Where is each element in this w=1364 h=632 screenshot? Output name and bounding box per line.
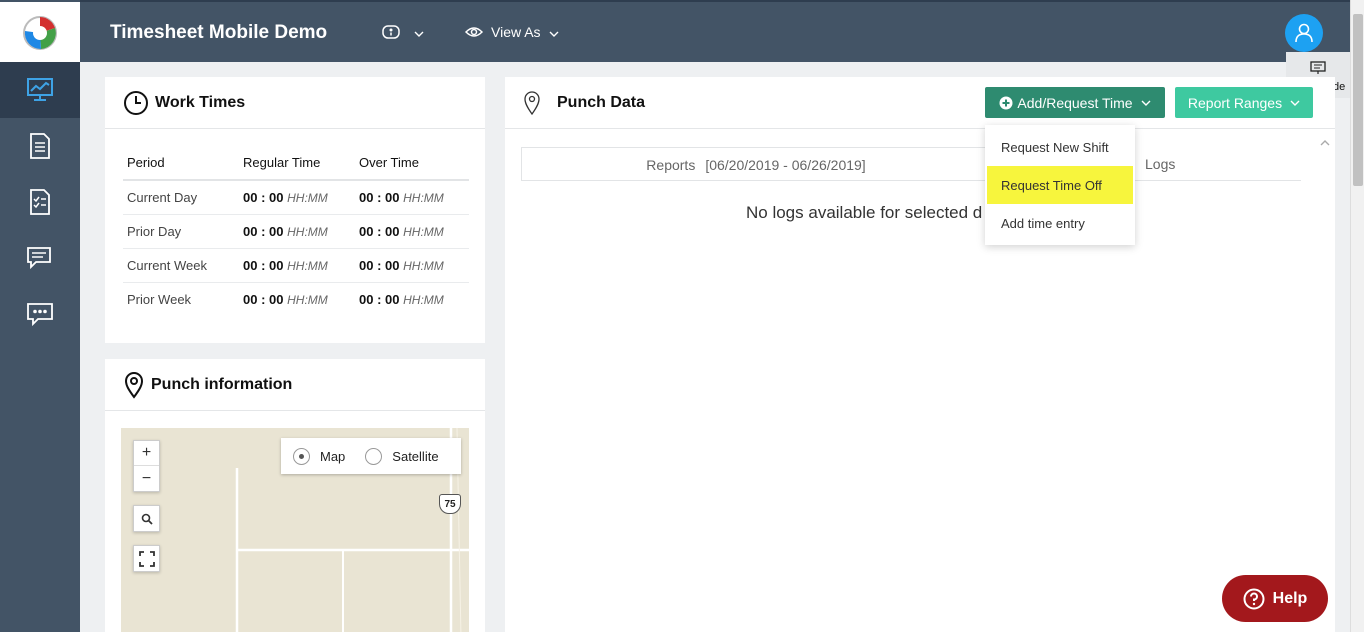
over-time-cell: 00 : 00 HH:MM xyxy=(355,180,469,215)
work-times-card: Work Times Period Regular Time Over Time… xyxy=(105,77,485,343)
map-view[interactable]: + − Map Satellite 75 xyxy=(121,428,469,632)
question-circle-icon xyxy=(1243,588,1265,609)
chevron-down-icon xyxy=(414,24,424,40)
radio-unselected-icon xyxy=(365,447,383,465)
add-request-time-label: Add/Request Time xyxy=(1017,94,1133,111)
top-bar: Timesheet Mobile Demo View As xyxy=(80,0,1350,62)
map-type-map[interactable]: Map xyxy=(293,447,346,465)
period-cell: Current Day xyxy=(123,180,239,215)
logo-icon xyxy=(23,16,57,50)
regular-time-cell: 00 : 00 HH:MM xyxy=(239,214,355,249)
clock-icon xyxy=(124,90,148,115)
map-type-selector: Map Satellite xyxy=(281,438,461,474)
eye-icon xyxy=(465,27,483,37)
col-over-time: Over Time xyxy=(355,149,469,181)
zoom-in-button[interactable]: + xyxy=(134,441,159,467)
tab-logs[interactable]: Logs xyxy=(1145,147,1175,181)
scrollbar-thumb[interactable] xyxy=(1353,14,1363,186)
zoom-out-button[interactable]: − xyxy=(134,466,159,491)
location-pin-icon xyxy=(124,371,144,399)
tab-reports-label: Reports xyxy=(646,156,696,173)
chevron-down-icon xyxy=(1290,100,1300,106)
view-as-dropdown[interactable]: View As xyxy=(465,24,559,40)
punch-info-header: Punch information xyxy=(105,359,485,411)
route-shield: 75 xyxy=(439,494,461,514)
regular-time-cell: 00 : 00 HH:MM xyxy=(239,180,355,215)
document-icon xyxy=(30,133,50,159)
menu-item-add-time-entry[interactable]: Add time entry xyxy=(985,204,1135,242)
work-times-table: Period Regular Time Over Time Current Da… xyxy=(123,149,469,316)
sidebar-item-dashboard[interactable] xyxy=(0,62,80,118)
chevron-down-icon xyxy=(549,24,559,40)
work-times-title: Work Times xyxy=(155,93,246,111)
location-pin-icon xyxy=(524,90,540,115)
help-label: Help xyxy=(1272,589,1308,607)
fullscreen-icon xyxy=(138,550,155,567)
regular-time-cell: 00 : 00 HH:MM xyxy=(239,248,355,283)
view-as-label: View As xyxy=(491,24,541,40)
punch-data-card: Punch Data Reports [06/20/2019 - 06/26/2… xyxy=(505,77,1335,632)
col-period: Period xyxy=(123,149,239,181)
sidebar-item-messages[interactable] xyxy=(0,230,80,286)
empty-logs-message: No logs available for selected d xyxy=(746,203,983,222)
map-search-button[interactable] xyxy=(133,505,160,532)
punch-data-tabs: Reports [06/20/2019 - 06/26/2019] Logs xyxy=(521,147,1301,181)
sidebar-item-documents[interactable] xyxy=(0,118,80,174)
fullscreen-button[interactable] xyxy=(133,545,160,572)
work-times-header: Work Times xyxy=(105,77,485,129)
over-time-cell: 00 : 00 HH:MM xyxy=(359,292,444,307)
menu-item-request-time-off[interactable]: Request Time Off xyxy=(987,166,1133,204)
add-request-dropdown-menu: Request New Shift Request Time Off Add t… xyxy=(985,125,1135,245)
punch-data-title: Punch Data xyxy=(557,93,646,111)
radio-selected-icon xyxy=(293,447,310,465)
map-type-satellite-label: Satellite xyxy=(392,448,439,464)
regular-time-cell: 00 : 00 HH:MM xyxy=(243,292,328,307)
tab-reports-range: [06/20/2019 - 06/26/2019] xyxy=(705,156,866,173)
sidebar-item-more[interactable] xyxy=(0,286,80,342)
tab-reports[interactable]: Reports [06/20/2019 - 06/26/2019] xyxy=(521,147,991,181)
chevron-down-icon xyxy=(1141,100,1151,106)
sidebar-item-tasks[interactable] xyxy=(0,174,80,230)
user-icon xyxy=(1295,23,1313,43)
map-type-satellite[interactable]: Satellite xyxy=(365,447,439,465)
org-dropdown[interactable] xyxy=(382,24,424,40)
over-time-cell: 00 : 00 HH:MM xyxy=(355,248,469,283)
table-row: Prior Day 00 : 00 HH:MM 00 : 00 HH:MM xyxy=(123,214,469,249)
help-button[interactable]: Help xyxy=(1222,575,1328,622)
table-header-row: Period Regular Time Over Time xyxy=(123,149,469,181)
punch-info-card: Punch information + − Map Satellite 75 xyxy=(105,359,485,632)
zoom-controls: + − xyxy=(133,440,160,492)
app-logo[interactable] xyxy=(0,0,80,62)
message-more-icon xyxy=(27,303,53,327)
table-row: Current Week 00 : 00 HH:MM 00 : 00 HH:MM xyxy=(123,248,469,283)
col-regular-time: Regular Time xyxy=(239,149,355,181)
period-cell: Current Week xyxy=(123,248,239,283)
table-row: Prior Week 00 : 00 HH:MM 00 : 00 HH:MM xyxy=(123,283,469,317)
table-row: Current Day 00 : 00 HH:MM 00 : 00 HH:MM xyxy=(123,180,469,215)
app-title: Timesheet Mobile Demo xyxy=(110,22,328,43)
scroll-up-arrow[interactable] xyxy=(1320,133,1332,146)
report-ranges-label: Report Ranges xyxy=(1187,94,1283,111)
dashboard-monitor-icon xyxy=(27,78,53,101)
period-cell: Prior Week xyxy=(127,292,192,307)
report-ranges-button[interactable]: Report Ranges xyxy=(1175,87,1313,118)
punch-info-title: Punch information xyxy=(151,375,293,393)
user-avatar[interactable] xyxy=(1285,14,1323,52)
chat-icon xyxy=(27,247,51,270)
menu-item-request-new-shift[interactable]: Request New Shift xyxy=(985,128,1135,166)
period-cell: Prior Day xyxy=(123,214,239,249)
checklist-icon xyxy=(30,189,50,215)
plus-circle-icon xyxy=(999,96,1013,109)
badge-icon xyxy=(382,25,400,39)
map-type-map-label: Map xyxy=(320,448,346,464)
add-request-time-button[interactable]: Add/Request Time xyxy=(985,87,1165,118)
sidebar xyxy=(0,0,80,632)
page-guide-icon xyxy=(1310,61,1326,74)
page-scrollbar[interactable] xyxy=(1350,0,1364,632)
search-icon xyxy=(141,513,153,525)
over-time-cell: 00 : 00 HH:MM xyxy=(355,214,469,249)
